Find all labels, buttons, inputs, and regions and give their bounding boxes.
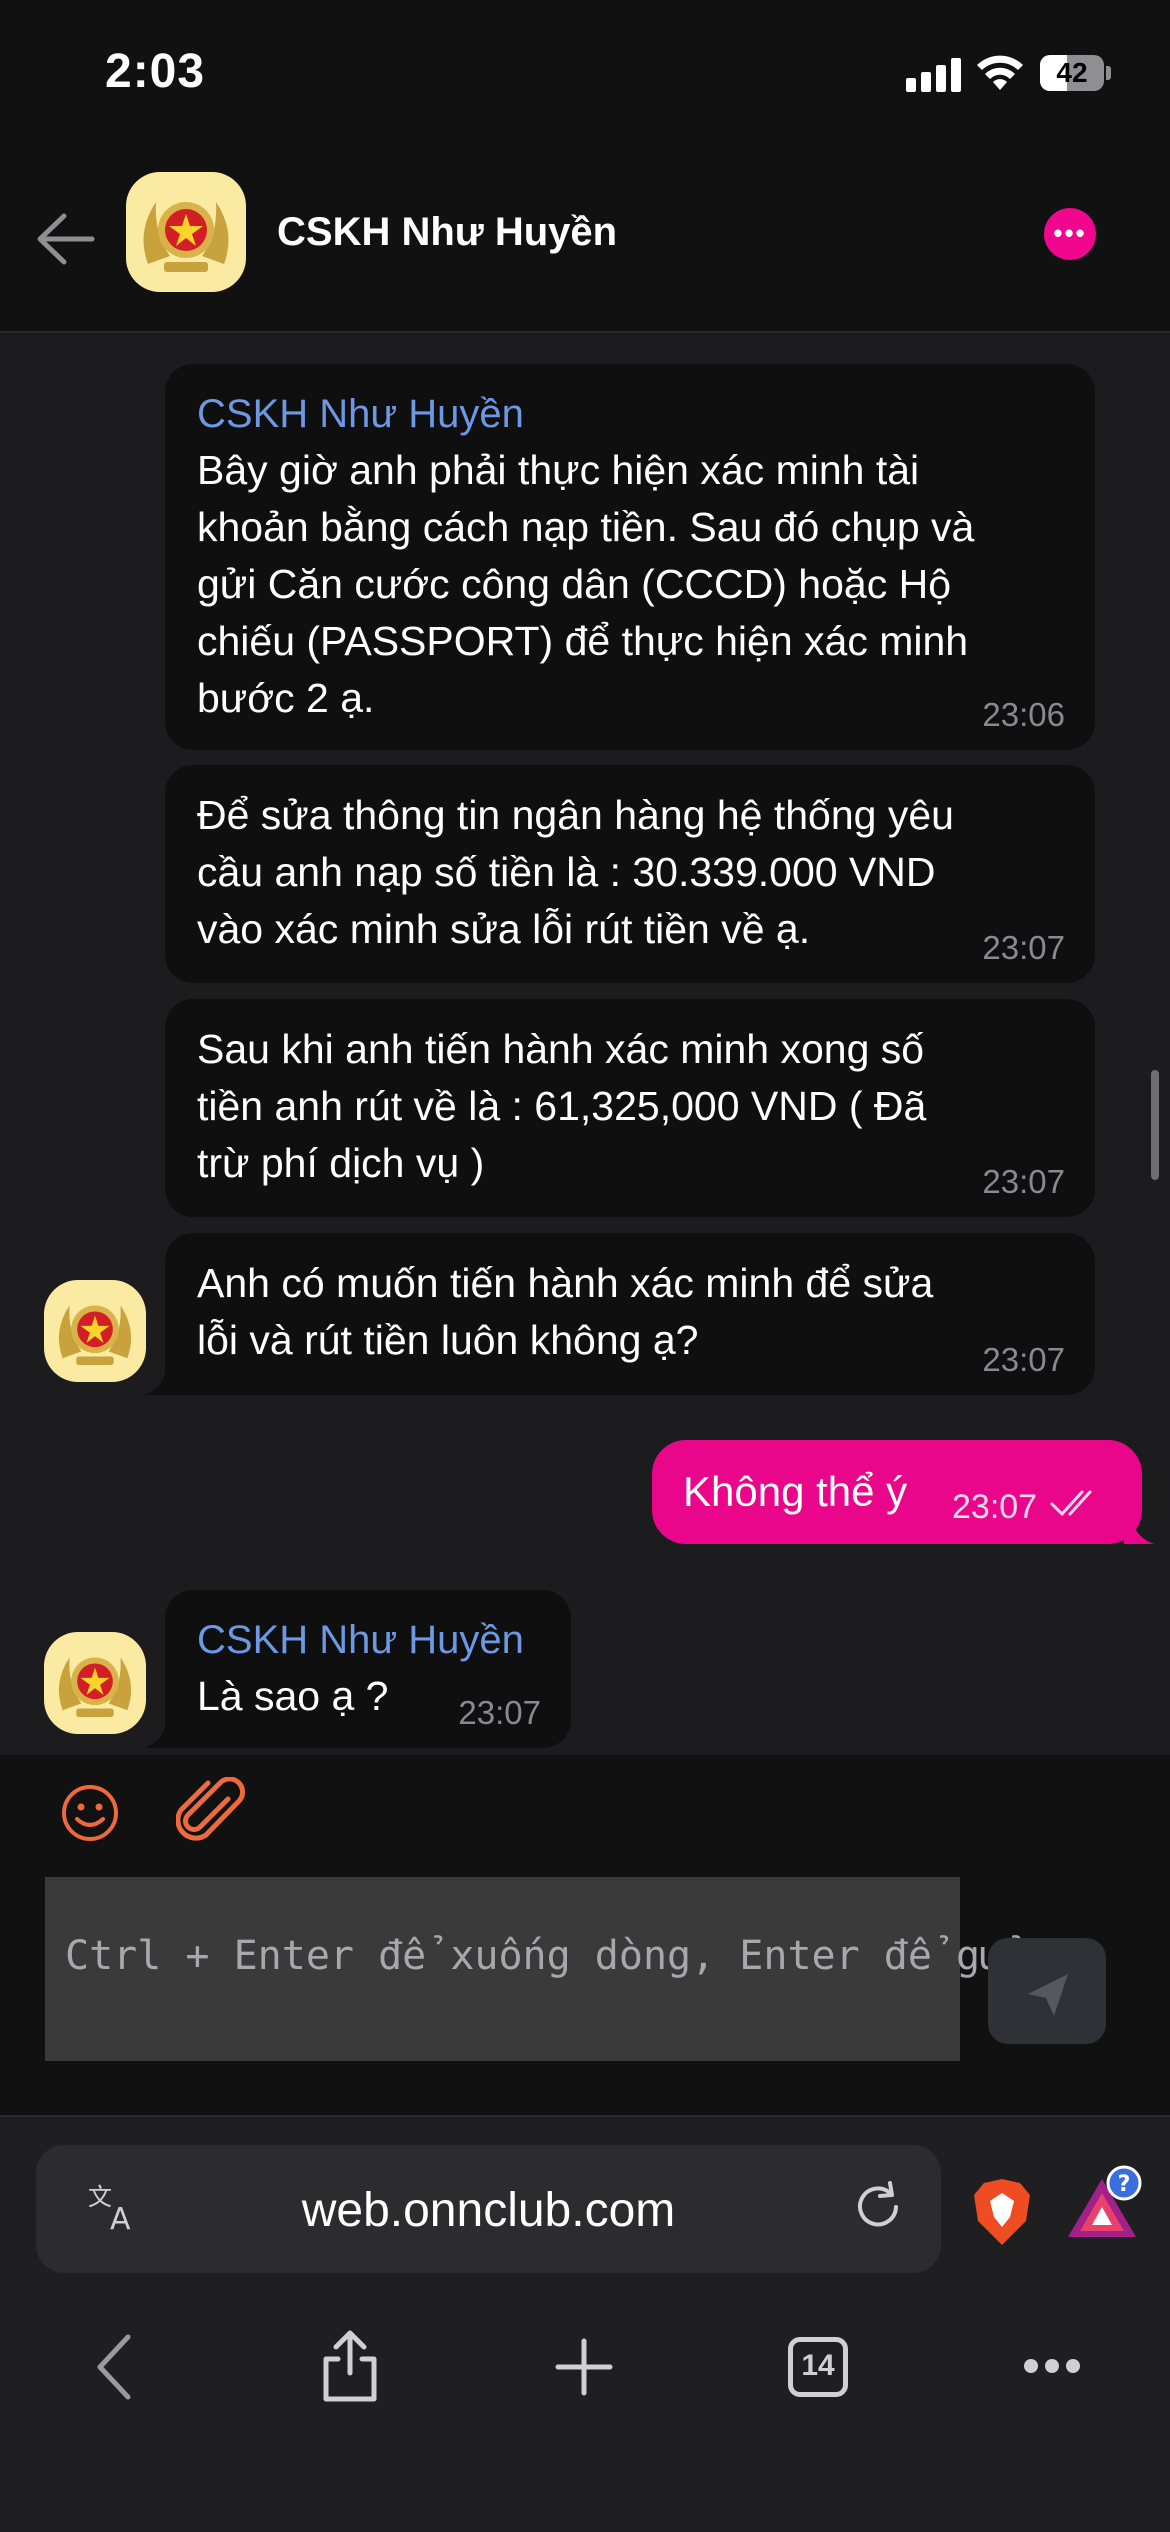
message-input-placeholder: Ctrl + Enter để xuống dòng, Enter để gửi <box>65 1933 1029 1979</box>
message-line: gửi Căn cước công dân (CCCD) hoặc Hộ <box>197 561 952 607</box>
police-emblem-icon <box>58 1657 132 1717</box>
bat-badge: ? <box>1118 2172 1131 2197</box>
bubble-tail <box>1124 1514 1154 1544</box>
battery-cap <box>1106 66 1111 80</box>
message-time: 23:06 <box>982 696 1065 733</box>
incoming-message: Để sửa thông tin ngân hàng hệ thống yêu … <box>165 765 1095 983</box>
contact-avatar[interactable] <box>44 1632 146 1734</box>
message-line: lỗi và rút tiền luôn không ạ? <box>197 1317 699 1363</box>
message-line: Sau khi anh tiến hành xác minh xong số <box>197 1026 925 1072</box>
more-menu-icon[interactable] <box>1012 2327 1092 2407</box>
reload-icon[interactable] <box>850 2179 906 2235</box>
message-text: Không thể ý <box>683 1468 908 1515</box>
message-sender: CSKH Như Huyền <box>197 1618 524 1662</box>
tab-count: 14 <box>801 2349 835 2382</box>
message-line: tiền anh rút về là : 61,325,000 VND ( Đã <box>197 1083 927 1129</box>
address-bar[interactable]: 文 A web.onnclub.com <box>36 2145 941 2273</box>
status-time: 2:03 <box>105 45 206 98</box>
outgoing-message: Không thể ý 23:07 <box>652 1440 1142 1544</box>
message-composer: Ctrl + Enter để xuống dòng, Enter để gửi <box>0 1755 1170 2115</box>
message-time: 23:07 <box>982 929 1065 966</box>
brave-shield-icon[interactable] <box>970 2177 1034 2247</box>
scrollbar[interactable] <box>1151 1070 1159 1180</box>
incoming-message: Anh có muốn tiến hành xác minh để sửa lỗ… <box>165 1233 1095 1395</box>
back-arrow-icon[interactable] <box>34 208 96 270</box>
message-time: 23:07 <box>982 1163 1065 1200</box>
message-line: Anh có muốn tiến hành xác minh để sửa <box>197 1260 934 1306</box>
emoji-icon[interactable] <box>60 1783 120 1843</box>
tabs-button[interactable]: 14 <box>778 2327 858 2407</box>
contact-avatar[interactable] <box>44 1280 146 1382</box>
message-line: Để sửa thông tin ngân hàng hệ thống yêu <box>197 792 954 838</box>
battery-level: 42 <box>1056 57 1088 88</box>
send-button[interactable] <box>988 1938 1106 2044</box>
battery-icon: 42 <box>1040 55 1104 91</box>
incoming-message: CSKH Như Huyền Là sao ạ ? 23:07 <box>165 1590 571 1748</box>
message-line: bước 2 ạ. <box>197 675 375 721</box>
police-emblem-icon <box>143 202 229 272</box>
message-line: vào xác minh sửa lỗi rút tiền về ạ. <box>197 906 811 952</box>
cellular-signal-icon <box>906 56 962 92</box>
message-line: trừ phí dịch vụ ) <box>197 1140 485 1186</box>
url-text: web.onnclub.com <box>301 2184 676 2237</box>
browser-toolbar: 文 A web.onnclub.com ? 14 <box>0 2115 1170 2532</box>
contact-name: CSKH Như Huyền <box>277 210 618 254</box>
more-options-button[interactable]: ••• <box>1044 208 1096 260</box>
message-line: khoản bằng cách nạp tiền. Sau đó chụp và <box>197 504 975 550</box>
share-icon[interactable] <box>310 2327 390 2407</box>
send-icon <box>1028 1974 1068 2016</box>
message-sender: CSKH Như Huyền <box>197 392 524 436</box>
bat-rewards-icon[interactable]: ? <box>1062 2165 1142 2245</box>
new-tab-plus-icon[interactable] <box>544 2327 624 2407</box>
message-line: cầu anh nạp số tiền là : 30.339.000 VND <box>197 849 936 895</box>
message-line: chiếu (PASSPORT) để thực hiện xác minh <box>197 618 969 664</box>
more-dots-icon: ••• <box>1053 218 1087 248</box>
status-bar: 2:03 42 <box>0 0 1170 150</box>
incoming-message: Sau khi anh tiến hành xác minh xong số t… <box>165 999 1095 1217</box>
attachment-paperclip-icon[interactable] <box>176 1777 246 1849</box>
message-input[interactable]: Ctrl + Enter để xuống dòng, Enter để gửi <box>45 1877 1028 2061</box>
message-time: 23:07 <box>952 1488 1038 1526</box>
police-emblem-icon <box>58 1305 132 1365</box>
message-time: 23:07 <box>982 1341 1065 1378</box>
message-line: Bây giờ anh phải thực hiện xác minh tài <box>197 447 920 493</box>
incoming-message: CSKH Như Huyền Bây giờ anh phải thực hiệ… <box>165 364 1095 750</box>
browser-back-icon[interactable] <box>76 2327 156 2407</box>
chat-header: CSKH Như Huyền ••• <box>0 150 1170 333</box>
message-time: 23:07 <box>458 1694 541 1731</box>
contact-avatar[interactable] <box>126 172 246 292</box>
read-double-check-icon <box>1050 1490 1092 1517</box>
wifi-icon <box>977 55 1023 90</box>
